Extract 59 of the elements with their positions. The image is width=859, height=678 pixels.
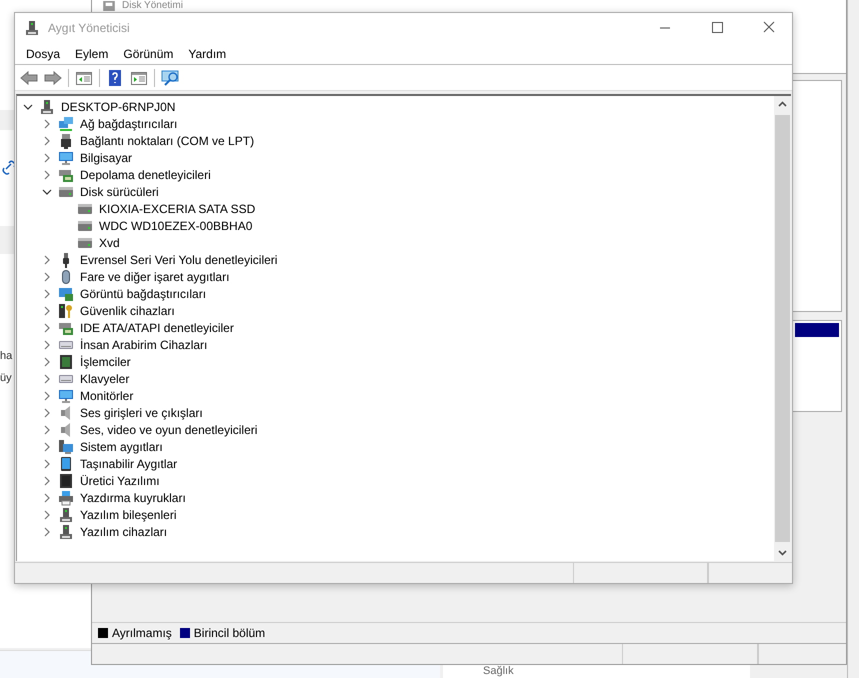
window-title: Disk Yönetimi [122,0,183,11]
legend-label: Ayrılmamış [112,626,172,640]
partition-bar [795,323,839,337]
monitor-icon [58,388,74,404]
connector-icon [58,132,74,148]
menu-item[interactable]: Yardım [188,46,226,60]
window-title: Aygıt Yöneticisi [48,21,130,35]
tree-item[interactable]: Xvd [99,236,120,250]
back-arrow-icon[interactable] [20,68,38,86]
tree-item[interactable]: Yazılım cihazları [80,524,168,538]
monitor-icon [58,150,74,166]
menu-item[interactable]: Eylem [75,46,108,60]
legend-label: Birincil bölüm [194,626,266,640]
computer-icon [39,98,55,114]
key-icon [58,302,74,318]
tree-item[interactable]: Ses, video ve oyun denetleyicileri [80,422,258,436]
forward-arrow-icon[interactable] [44,68,62,86]
tree-item[interactable]: Klavyeler [80,372,130,386]
tree-item[interactable]: Görüntü bağdaştırıcıları [80,286,206,300]
panel-label: Sağlık [483,665,514,678]
tree-item[interactable]: Bağlantı noktaları (COM ve LPT) [80,134,254,148]
menu-item[interactable]: Görünüm [123,46,174,60]
tree-item[interactable]: Güvenlik cihazları [80,304,175,318]
tree-item[interactable]: Yazılım bileşenleri [80,508,176,522]
chip-icon [58,354,74,370]
tree-item[interactable]: Ses girişleri ve çıkışları [80,406,203,420]
display-adapter-icon [58,286,74,302]
tree-item[interactable]: Taşınabilir Aygıtlar [80,456,178,470]
tree-item[interactable]: Üretici Yazılımı [80,474,160,488]
tree-item[interactable]: Sistem aygıtları [80,440,163,454]
chip-icon [58,472,74,488]
device-icon [58,524,74,540]
tree-item[interactable]: İşlemciler [80,354,131,368]
tree-item[interactable]: Yazdırma kuyrukları [80,490,186,504]
tree-item[interactable]: Bilgisayar [80,150,132,164]
tree-item[interactable]: DESKTOP-6RNPJ0N [61,100,176,114]
network-icon [58,116,74,132]
tree-item[interactable]: Evrensel Seri Veri Yolu denetleyicileri [80,252,278,266]
tree-item[interactable]: IDE ATA/ATAPI denetleyiciler [80,320,234,334]
tree-item[interactable]: Ağ bağdaştırıcıları [80,116,178,130]
text-fragment: üy [0,371,12,385]
link-icon [2,160,16,176]
menu-item[interactable]: Dosya [26,46,60,60]
help-icon[interactable] [106,68,124,86]
tree-item[interactable]: WDC WD10EZEX-00BBHA0 [99,218,252,232]
tree-item[interactable]: Depolama denetleyicileri [80,168,211,182]
tree-item[interactable]: Monitörler [80,388,134,402]
tablet-icon [58,456,74,472]
printer-icon [58,490,74,506]
computer-icon [24,20,40,36]
tree-item[interactable]: Disk sürücüleri [80,184,159,198]
scan-monitor-icon[interactable] [161,68,181,86]
tree-item[interactable]: Fare ve diğer işaret aygıtları [80,270,230,284]
computer-icon [58,438,74,454]
scrollbar[interactable] [774,96,791,561]
text-fragment: ha [0,349,12,363]
tree-item[interactable]: İnsan Arabirim Cihazları [80,338,208,352]
device-icon [58,506,74,522]
tree-item[interactable]: KIOXIA-EXCERIA SATA SSD [99,202,256,216]
